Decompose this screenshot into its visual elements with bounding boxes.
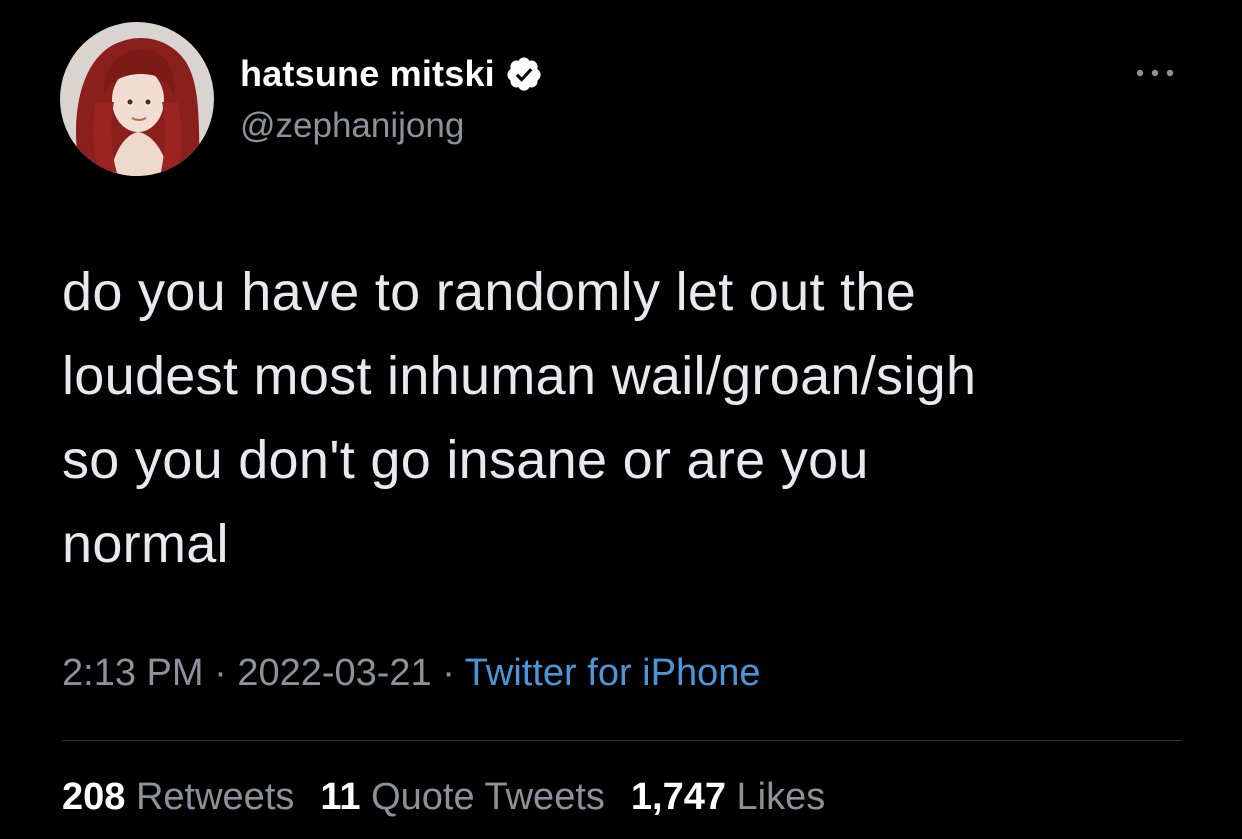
divider <box>62 740 1182 741</box>
tweet-source-link[interactable]: Twitter for iPhone <box>465 652 761 694</box>
retweets-count: 208 <box>62 776 126 818</box>
retweets-stat[interactable]: 208 Retweets <box>62 776 294 818</box>
quote-tweets-label: Quote Tweets <box>371 776 605 818</box>
author-name-row[interactable]: hatsune mitski <box>240 50 543 98</box>
verified-badge-icon <box>505 55 543 93</box>
tweet-time[interactable]: 2:13 PM <box>62 652 204 694</box>
quote-tweets-count: 11 <box>320 776 361 818</box>
tweet-text-line: loudest most inhuman wail/groan/sigh <box>62 346 977 406</box>
likes-label: Likes <box>736 776 826 818</box>
tweet-text-line: normal <box>62 514 229 574</box>
quote-tweets-stat[interactable]: 11 Quote Tweets <box>320 776 605 818</box>
more-options-icon[interactable] <box>1130 58 1180 88</box>
engagement-stats: 208 Retweets 11 Quote Tweets 1,747 Likes <box>62 776 825 819</box>
tweet-detail: hatsune mitski @zephanijong do you have … <box>0 0 1242 839</box>
tweet-text-line: do you have to randomly let out the <box>62 262 917 322</box>
tweet-text-line: so you don't go insane or are you <box>62 430 869 490</box>
avatar[interactable] <box>60 22 214 176</box>
author-handle[interactable]: @zephanijong <box>240 106 464 146</box>
meta-separator: · <box>442 652 455 694</box>
profile-photo <box>60 22 214 176</box>
meta-separator: · <box>214 652 227 694</box>
tweet-text: do you have to randomly let out the loud… <box>62 250 1182 586</box>
author-display-name[interactable]: hatsune mitski <box>240 53 495 95</box>
likes-stat[interactable]: 1,747 Likes <box>631 776 825 818</box>
tweet-date[interactable]: 2022-03-21 <box>237 652 431 694</box>
likes-count: 1,747 <box>630 776 726 818</box>
tweet-metadata: 2:13 PM · 2022-03-21 · Twitter for iPhon… <box>62 652 760 695</box>
retweets-label: Retweets <box>135 776 295 818</box>
